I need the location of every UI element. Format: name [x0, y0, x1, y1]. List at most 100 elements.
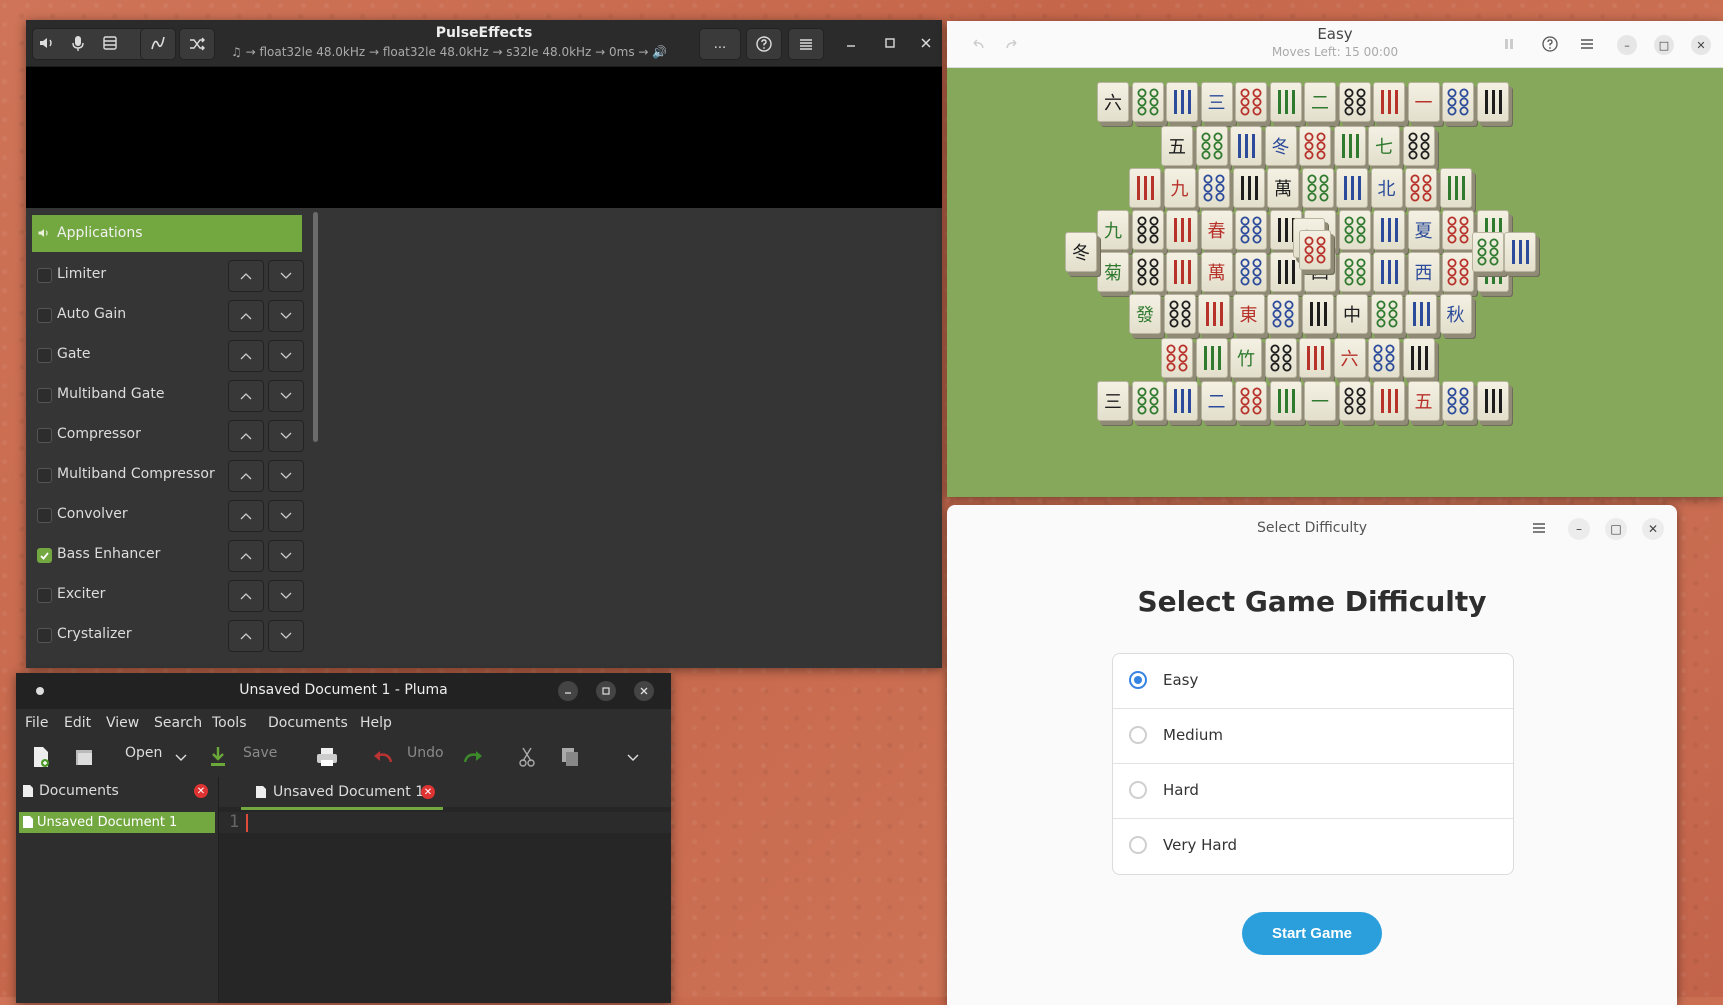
copy-icon[interactable]: [560, 746, 580, 768]
mahjong-tile[interactable]: [1402, 338, 1435, 378]
plugin-row-multiband-gate[interactable]: Multiband Gate: [32, 375, 308, 415]
move-down-button[interactable]: [268, 420, 304, 452]
mahjong-tile[interactable]: 西: [1407, 252, 1440, 292]
mahjong-tile[interactable]: [1442, 82, 1474, 122]
save-button[interactable]: Save: [243, 745, 277, 761]
plugin-row-exciter[interactable]: Exciter: [32, 575, 308, 615]
mahjong-tile[interactable]: 夏: [1407, 210, 1440, 250]
document-list-item[interactable]: Unsaved Document 1: [19, 812, 215, 833]
new-document-icon[interactable]: [31, 746, 51, 768]
mahjong-tile[interactable]: 冬: [1065, 232, 1097, 272]
mahjong-tile[interactable]: [1269, 381, 1302, 421]
plugin-row-crystalizer[interactable]: Crystalizer: [32, 615, 308, 655]
move-up-button[interactable]: [228, 260, 264, 292]
mahjong-tile[interactable]: 二: [1200, 381, 1233, 421]
close-icon[interactable]: [634, 681, 654, 701]
mahjong-tile[interactable]: 七: [1368, 126, 1400, 166]
move-down-button[interactable]: [268, 620, 304, 652]
start-game-button[interactable]: Start Game: [1242, 912, 1382, 955]
mahjong-tile[interactable]: 菊: [1097, 252, 1129, 292]
hamburger-icon[interactable]: [1579, 36, 1595, 52]
move-down-button[interactable]: [268, 340, 304, 372]
plugin-checkbox-checked[interactable]: [37, 548, 52, 563]
maximize-icon[interactable]: [883, 36, 897, 50]
mahjong-tile[interactable]: 東: [1232, 294, 1265, 334]
document-tab[interactable]: Unsaved Document 1: [273, 784, 424, 800]
editor-area[interactable]: Unsaved Document 1 ✕ 1: [219, 777, 671, 1003]
mahjong-tile[interactable]: [1301, 294, 1334, 334]
move-down-button[interactable]: [268, 460, 304, 492]
mahjong-tile[interactable]: [1338, 82, 1371, 122]
plugin-checkbox[interactable]: [37, 388, 52, 403]
mahjong-tile[interactable]: [1333, 126, 1366, 166]
mahjong-tile[interactable]: [1166, 381, 1198, 421]
mahjong-tile[interactable]: [1131, 210, 1164, 250]
move-up-button[interactable]: [228, 380, 264, 412]
mahjong-tile[interactable]: 春: [1200, 210, 1233, 250]
mahjong-tile[interactable]: [1267, 294, 1299, 334]
mahjong-tile[interactable]: [1442, 252, 1474, 292]
radio-selected[interactable]: [1129, 671, 1147, 689]
menu-help[interactable]: Help: [360, 715, 392, 731]
mahjong-tile[interactable]: 九: [1163, 168, 1196, 208]
mahjong-tile[interactable]: [1442, 210, 1474, 250]
mahjong-tile[interactable]: 竹: [1230, 338, 1262, 378]
move-down-button[interactable]: [268, 260, 304, 292]
redo-icon[interactable]: [461, 748, 485, 766]
mahjong-tile[interactable]: [1195, 126, 1228, 166]
move-up-button[interactable]: [228, 580, 264, 612]
mahjong-tile[interactable]: [1299, 126, 1331, 166]
mahjong-tile[interactable]: 五: [1407, 381, 1440, 421]
mahjong-tile[interactable]: [1336, 168, 1368, 208]
menu-tools[interactable]: Tools: [212, 715, 247, 731]
move-up-button[interactable]: [228, 340, 264, 372]
radio[interactable]: [1129, 726, 1147, 744]
maximize-icon[interactable]: □: [1605, 518, 1627, 540]
mahjong-tile[interactable]: [1166, 252, 1198, 292]
cut-icon[interactable]: [518, 746, 536, 768]
plugin-checkbox[interactable]: [37, 468, 52, 483]
maximize-icon[interactable]: □: [1654, 35, 1674, 55]
mahjong-tile[interactable]: [1131, 82, 1164, 122]
mahjong-tile[interactable]: [1166, 210, 1198, 250]
plugin-checkbox[interactable]: [37, 308, 52, 323]
save-icon[interactable]: [209, 746, 227, 768]
close-icon[interactable]: ✕: [1642, 518, 1664, 540]
mahjong-tile[interactable]: [1269, 252, 1302, 292]
mahjong-tile[interactable]: [1370, 294, 1403, 334]
menu-view[interactable]: View: [106, 715, 139, 731]
mahjong-tile[interactable]: 六: [1333, 338, 1366, 378]
mahjong-tile[interactable]: 萬: [1200, 252, 1233, 292]
mahjong-tile[interactable]: [1129, 168, 1161, 208]
menu-search[interactable]: Search: [154, 715, 202, 731]
more-button[interactable]: ...: [699, 28, 741, 60]
mahjong-tile[interactable]: [1405, 294, 1437, 334]
plugin-checkbox[interactable]: [37, 508, 52, 523]
close-icon[interactable]: ✕: [1691, 35, 1711, 55]
pause-icon[interactable]: [1502, 37, 1516, 51]
mahjong-tile[interactable]: [1442, 381, 1474, 421]
plugin-row-multiband-compressor[interactable]: Multiband Compressor: [32, 455, 308, 495]
mahjong-tile[interactable]: [1338, 381, 1371, 421]
mahjong-tile[interactable]: [1269, 82, 1302, 122]
difficulty-option-very-hard[interactable]: Very Hard: [1113, 819, 1513, 873]
plugin-checkbox[interactable]: [37, 428, 52, 443]
move-up-button[interactable]: [228, 540, 264, 572]
move-down-button[interactable]: [268, 580, 304, 612]
move-down-button[interactable]: [268, 300, 304, 332]
move-down-button[interactable]: [268, 540, 304, 572]
mahjong-tile[interactable]: [1235, 252, 1267, 292]
plugin-list-scrollbar[interactable]: [313, 212, 318, 442]
mahjong-tile[interactable]: [1131, 252, 1164, 292]
move-up-button[interactable]: [228, 460, 264, 492]
mahjong-tile[interactable]: 五: [1161, 126, 1193, 166]
mahjong-tile[interactable]: 二: [1304, 82, 1336, 122]
close-side-panel-icon[interactable]: ✕: [194, 784, 208, 798]
mahjong-tile[interactable]: [1235, 82, 1267, 122]
mahjong-tile[interactable]: [1504, 232, 1536, 272]
mahjong-tile[interactable]: 一: [1407, 82, 1440, 122]
mahjong-tile[interactable]: [1338, 210, 1371, 250]
mahjong-tile[interactable]: 三: [1097, 381, 1129, 421]
mahjong-tile[interactable]: [1198, 168, 1230, 208]
plugin-checkbox[interactable]: [37, 268, 52, 283]
